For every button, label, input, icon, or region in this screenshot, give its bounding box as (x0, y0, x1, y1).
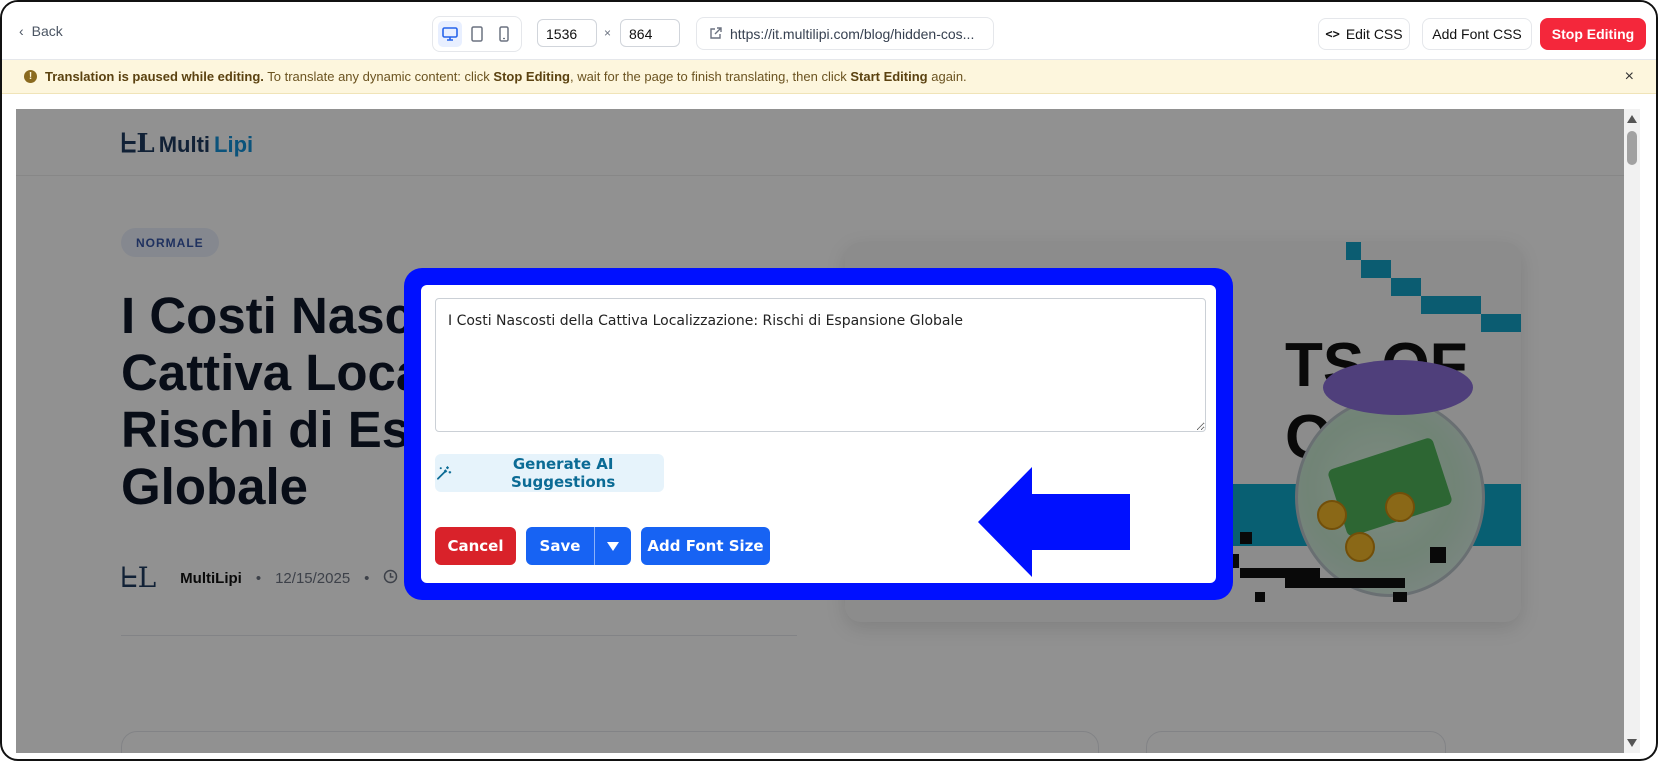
editing-paused-banner: ! Translation is paused while editing. T… (2, 60, 1656, 94)
preview-scrollbar[interactable] (1624, 109, 1640, 753)
tablet-icon[interactable] (465, 21, 489, 47)
edit-css-button[interactable]: <> Edit CSS (1318, 18, 1410, 50)
banner-stop-label: Stop Editing (493, 69, 570, 84)
app-window: ‹ Back 1536 × 864 https://it.multilipi.c… (0, 0, 1658, 761)
save-options-button[interactable] (594, 527, 631, 565)
code-icon: <> (1325, 27, 1340, 41)
caret-down-icon (607, 541, 619, 551)
dimension-separator: × (604, 26, 612, 40)
banner-lead: Translation is paused while editing. (45, 69, 264, 84)
arrow-left-icon (978, 467, 1130, 577)
close-icon[interactable]: × (1625, 68, 1634, 86)
url-field[interactable]: https://it.multilipi.com/blog/hidden-cos… (696, 17, 994, 50)
url-text: https://it.multilipi.com/blog/hidden-cos… (730, 25, 975, 42)
editor-toolbar: ‹ Back 1536 × 864 https://it.multilipi.c… (2, 2, 1656, 60)
ai-suggestions-label: Generate AI Suggestions (510, 455, 616, 491)
back-button[interactable]: ‹ Back (19, 23, 63, 39)
viewport-width-input[interactable]: 1536 (537, 19, 597, 47)
cancel-button[interactable]: Cancel (435, 527, 516, 565)
banner-text-2: , wait for the page to finish translatin… (569, 69, 851, 84)
banner-start-label: Start Editing (850, 69, 928, 84)
viewport-height-input[interactable]: 864 (620, 19, 680, 47)
translation-textarea[interactable]: I Costi Nascosti della Cattiva Localizza… (435, 298, 1206, 432)
add-font-css-button[interactable]: Add Font CSS (1422, 18, 1532, 50)
magic-wand-icon (437, 466, 452, 480)
external-link-icon (710, 27, 722, 39)
banner-text-1: To translate any dynamic content: click (263, 69, 494, 84)
edit-css-label: Edit CSS (1345, 26, 1403, 42)
warning-icon: ! (24, 70, 37, 83)
desktop-icon[interactable] (438, 21, 463, 47)
scrollbar-thumb[interactable] (1627, 131, 1637, 165)
chevron-left-icon: ‹ (19, 23, 24, 39)
scroll-down-icon[interactable] (1627, 739, 1637, 747)
save-button[interactable]: Save (526, 527, 594, 565)
banner-text-3: again. (927, 69, 967, 84)
back-label: Back (31, 23, 63, 39)
mobile-icon[interactable] (492, 21, 516, 47)
scroll-up-icon[interactable] (1627, 115, 1637, 123)
generate-ai-suggestions-button[interactable]: Generate AI Suggestions (435, 454, 664, 492)
device-switcher (432, 16, 522, 52)
add-font-size-button[interactable]: Add Font Size (641, 527, 770, 565)
save-split-button: Save (526, 527, 631, 565)
stop-editing-button[interactable]: Stop Editing (1540, 18, 1646, 50)
